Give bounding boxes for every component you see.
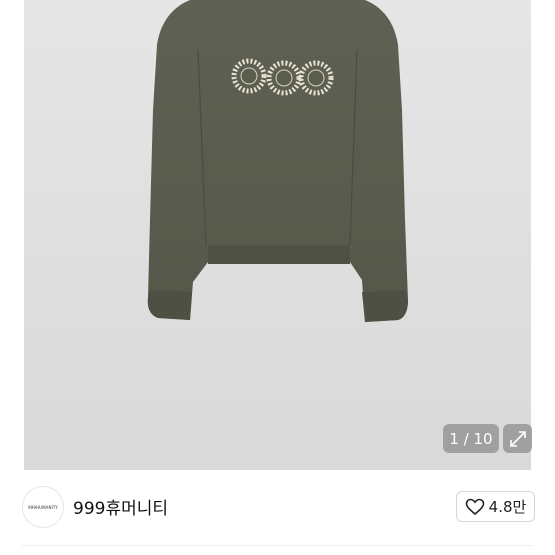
heart-outline-icon [465, 498, 484, 515]
right-cuff [362, 290, 408, 322]
expand-button[interactable] [503, 424, 532, 453]
expand-icon [509, 430, 526, 447]
shop-avatar-logo-text: 999HUMANITY [28, 504, 58, 510]
sweater-hem [208, 245, 350, 264]
like-button[interactable]: 4.8만 [456, 491, 535, 522]
shop-name[interactable]: 999휴머니티 [73, 494, 168, 519]
like-count: 4.8만 [488, 498, 527, 516]
left-cuff [147, 290, 192, 320]
sweater-body [147, 0, 409, 322]
shop-avatar[interactable]: 999HUMANITY [22, 486, 64, 528]
image-counter: 1 / 10 [443, 424, 499, 453]
divider [22, 545, 533, 546]
product-image-gallery[interactable]: 1 / 10 [0, 0, 555, 470]
product-image [147, 0, 409, 322]
